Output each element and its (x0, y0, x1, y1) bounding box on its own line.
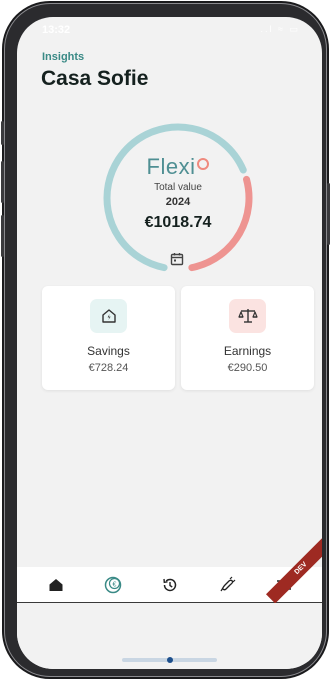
nav-home[interactable] (43, 572, 69, 598)
nav-history[interactable] (157, 572, 183, 598)
earnings-value: €290.50 (227, 362, 268, 374)
brand-logo: Flexi (147, 154, 210, 180)
earnings-icon-box (229, 299, 266, 333)
nav-savings[interactable]: € (100, 572, 126, 598)
volume-down-button (1, 215, 4, 257)
page-title: Casa Sofie (41, 67, 149, 90)
brand-name: Flexi (146, 154, 196, 179)
total-value-label: Total value (154, 182, 202, 193)
savings-value: €728.24 (88, 362, 129, 374)
home-indicator-dot (167, 657, 173, 663)
home-icon (49, 578, 62, 591)
savings-card[interactable]: Savings €728.24 (42, 286, 175, 390)
earnings-card[interactable]: Earnings €290.50 (181, 286, 314, 390)
earnings-label: Earnings (223, 344, 272, 358)
power-button (327, 183, 330, 245)
status-time: 13:32 (42, 24, 71, 36)
status-bar: 13:32 ..l ≈ ▭ (17, 17, 322, 45)
app-screen: 13:32 ..l ≈ ▭ Insights Casa Sofie Flexi … (17, 17, 322, 669)
section-label: Insights (42, 51, 85, 63)
status-icons: ..l ≈ ▭ (260, 24, 300, 34)
scales-icon (237, 309, 258, 323)
gauge-center: Flexi Total value 2024 €1018.74 (100, 154, 256, 232)
savings-icon-box (90, 299, 127, 333)
total-value-year: 2024 (165, 196, 191, 208)
brand-mark-icon (197, 158, 210, 170)
volume-up-button (1, 161, 4, 203)
plug-icon (219, 576, 235, 591)
phone-frame: 13:32 ..l ≈ ▭ Insights Casa Sofie Flexi … (1, 3, 330, 677)
savings-label: Savings (87, 344, 130, 358)
total-value-amount: €1018.74 (144, 214, 212, 231)
svg-text:€: € (112, 581, 116, 588)
mute-switch (1, 121, 4, 145)
nav-charging[interactable] (214, 572, 240, 598)
history-icon (162, 578, 176, 591)
house-bolt-icon (101, 309, 116, 323)
euro-coin-icon: € (104, 576, 121, 593)
calendar-icon[interactable] (170, 252, 184, 266)
